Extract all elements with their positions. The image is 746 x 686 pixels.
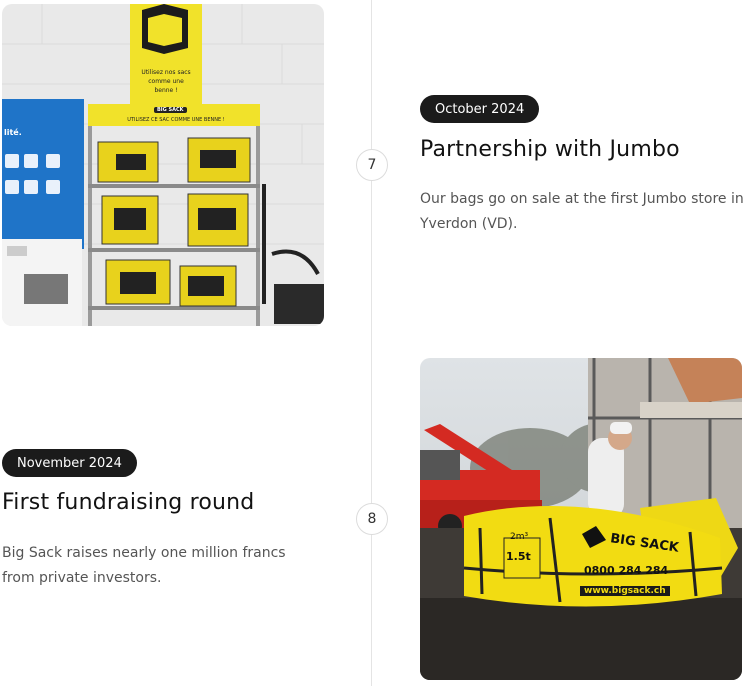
store-display-illustration (2, 4, 324, 326)
blue-panel-text: lité. (4, 128, 22, 137)
jumbo-store-photo: Utilisez nos sacs comme une benne ! BIG … (2, 4, 324, 326)
date-badge: October 2024 (420, 95, 540, 123)
construction-site-photo: BIG SACK 2m³ 1.5t 0800 284 284 www.bigsa… (420, 358, 742, 680)
step-number-badge: 7 (356, 149, 388, 181)
bag-capacity-text: 1.5t (506, 550, 531, 563)
timeline-line (371, 0, 372, 686)
entry-description: Our bags go on sale at the first Jumbo s… (420, 191, 744, 232)
bag-website-text: www.bigsack.ch (580, 586, 670, 596)
shelf-banner: UTILISEZ CE SAC COMME UNE BENNE ! (127, 117, 225, 123)
shelf-brand: BIG SACK (154, 107, 187, 113)
entry-description: Big Sack raises nearly one million franc… (2, 545, 286, 586)
poster-text: Utilisez nos sacs comme une benne ! (141, 69, 191, 94)
step-number-badge: 8 (356, 503, 388, 535)
date-badge: November 2024 (2, 449, 137, 477)
entry-title: First fundraising round (2, 490, 255, 515)
bag-phone-text: 0800 284 284 (584, 564, 669, 577)
entry-title: Partnership with Jumbo (420, 137, 680, 162)
bag-volume-text: 2m³ (510, 532, 529, 542)
worker-with-bag-illustration (420, 358, 742, 680)
